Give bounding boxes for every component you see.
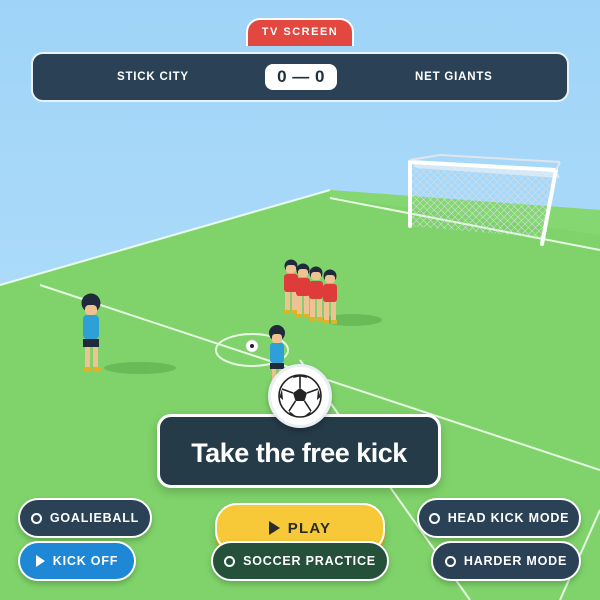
harder-mode-label: HARDER MODE (463, 554, 568, 568)
soccer-practice-label: SOCCER PRACTICE (243, 554, 376, 568)
goalieball-button[interactable]: GOALIEBALL (18, 498, 152, 538)
radio-ring-icon (444, 555, 456, 567)
play-label: PLAY (287, 519, 332, 537)
kick-off-button[interactable]: KICK OFF (18, 541, 136, 581)
head-kick-mode-label: HEAD KICK MODE (447, 511, 570, 525)
score-display: 0 — 0 (265, 64, 337, 90)
pitch-ball (245, 339, 259, 353)
kick-off-label: KICK OFF (52, 554, 119, 568)
soccer-ball-icon (268, 364, 332, 428)
harder-mode-button[interactable]: HARDER MODE (431, 541, 581, 581)
scoreboard: STICK CITY 0 — 0 NET GIANTS (31, 52, 569, 102)
home-team-name: STICK CITY (117, 71, 189, 83)
goalieball-label: GOALIEBALL (49, 511, 140, 525)
radio-ring-icon (30, 512, 42, 524)
play-triangle-icon (35, 555, 45, 567)
radio-ring-icon (224, 555, 236, 567)
head-kick-mode-button[interactable]: HEAD KICK MODE (417, 498, 581, 538)
away-team-name: NET GIANTS (415, 71, 493, 83)
tv-screen-tab: TV SCREEN (246, 18, 354, 46)
radio-ring-icon (428, 512, 440, 524)
play-triangle-icon (268, 521, 280, 535)
soccer-practice-button[interactable]: SOCCER PRACTICE (211, 541, 389, 581)
